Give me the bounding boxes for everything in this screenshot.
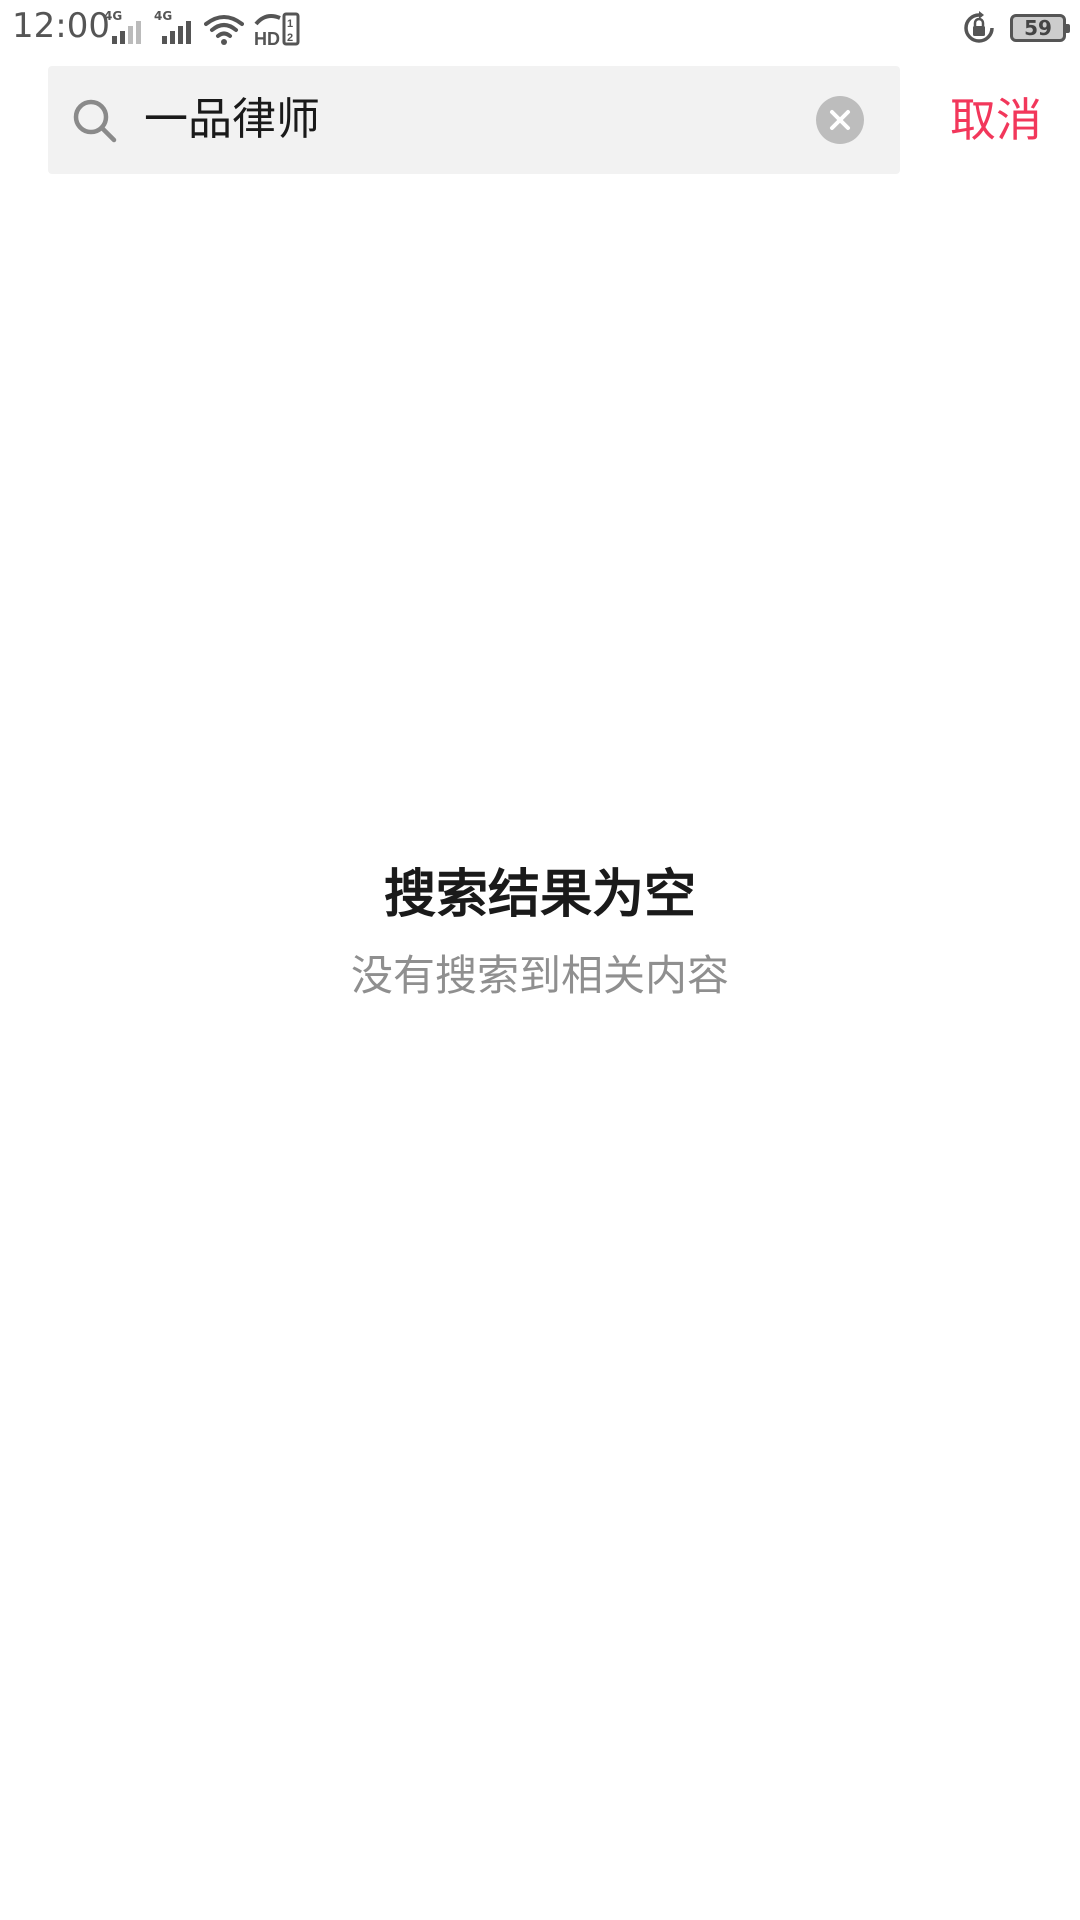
status-time: 12:00 (12, 6, 110, 46)
cellular-signal-icon: 4G (154, 10, 194, 46)
battery-indicator: 59 (1010, 14, 1070, 42)
svg-text:2: 2 (287, 32, 293, 44)
status-bar: 12:00 4G 4G HD 1 2 59 (0, 0, 1080, 56)
svg-text:HD: HD (254, 29, 280, 46)
search-box[interactable] (48, 66, 900, 174)
search-icon (73, 99, 117, 143)
hd-voice-icon: HD 1 2 (254, 12, 300, 46)
status-left-icons: 4G 4G HD 1 2 (104, 10, 300, 46)
rotation-lock-icon (964, 11, 994, 43)
search-results-screen: 12:00 4G 4G HD 1 2 59 一品律师 取消 搜索结果为空 没有搜… (0, 0, 1080, 1920)
wifi-icon (204, 15, 244, 45)
status-right-icons: 59 (962, 10, 1070, 46)
close-icon (830, 110, 850, 130)
cancel-button[interactable]: 取消 (950, 90, 1042, 150)
clear-search-button[interactable] (816, 96, 864, 144)
empty-state-subtitle: 没有搜索到相关内容 (350, 951, 729, 1000)
svg-text:1: 1 (287, 18, 293, 30)
search-input[interactable] (144, 90, 744, 150)
cellular-signal-icon: 4G (104, 10, 144, 46)
empty-state-title: 搜索结果为空 (383, 865, 696, 925)
